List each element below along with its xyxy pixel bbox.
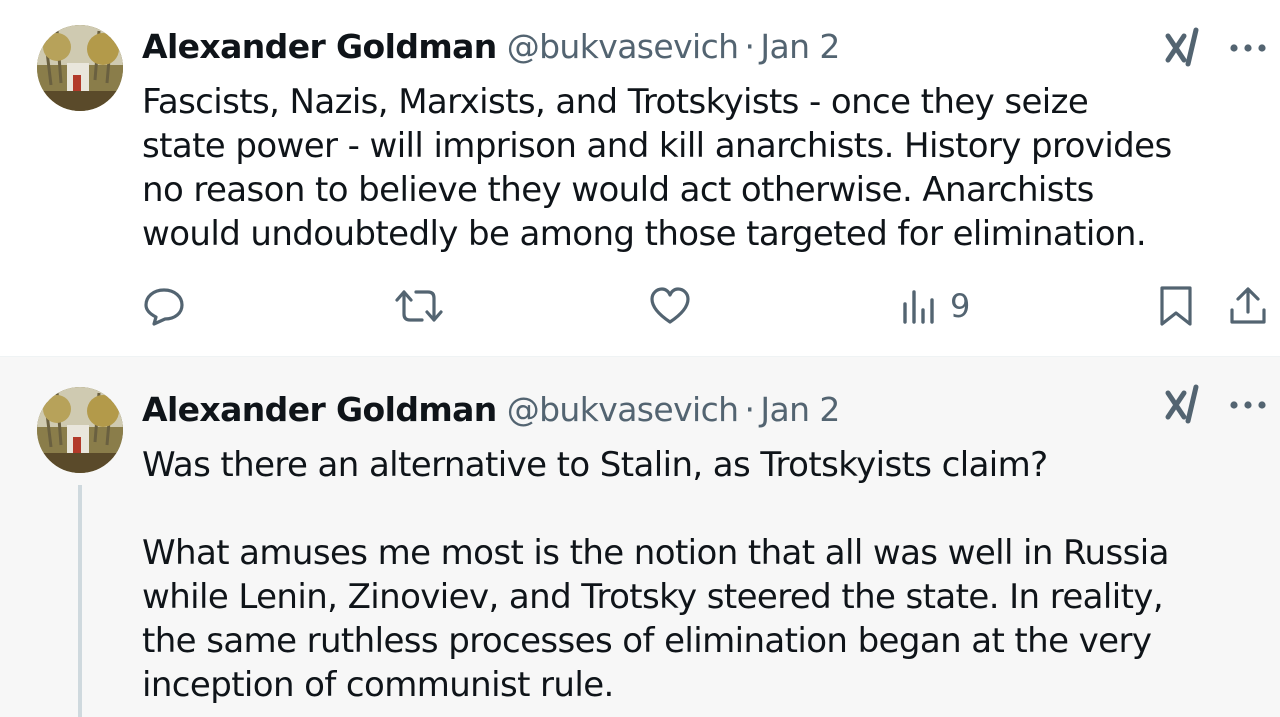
share-button[interactable] [1226, 282, 1270, 330]
views-icon [903, 290, 934, 324]
avatar-image [37, 25, 123, 111]
header-separator: · [744, 389, 755, 429]
grok-icon[interactable] [1162, 26, 1204, 68]
more-icon[interactable] [1226, 385, 1270, 425]
thread-line [78, 485, 82, 717]
avatar[interactable] [37, 387, 123, 473]
views-button[interactable]: 9 [900, 282, 970, 330]
reply-button[interactable] [142, 282, 186, 330]
tweet-actions: 9 [0, 282, 1280, 330]
avatar-image [37, 387, 123, 473]
more-icon[interactable] [1226, 28, 1270, 68]
tweet-date[interactable]: Jan 2 [760, 27, 840, 66]
share-icon [1230, 287, 1266, 324]
tweet-header: Alexander Goldman @bukvasevich · Jan 2 [142, 24, 840, 68]
retweet-button[interactable] [394, 282, 444, 330]
tweet-header: Alexander Goldman @bukvasevich · Jan 2 [142, 387, 840, 431]
like-button[interactable] [648, 282, 692, 330]
tweet-2[interactable]: Alexander Goldman @bukvasevich · Jan 2 W… [0, 356, 1280, 717]
bookmark-icon [1160, 286, 1192, 326]
retweet-icon [395, 290, 443, 322]
author-name[interactable]: Alexander Goldman [142, 27, 497, 66]
tweet-date[interactable]: Jan 2 [760, 390, 840, 429]
tweet-text: Was there an alternative to Stalin, as T… [142, 445, 1169, 705]
grok-icon[interactable] [1162, 383, 1204, 425]
bookmark-button[interactable] [1154, 282, 1198, 330]
tweet-1[interactable]: Alexander Goldman @bukvasevich · Jan 2 F… [0, 0, 1280, 356]
like-icon [650, 287, 690, 324]
reply-icon [144, 288, 184, 326]
author-handle[interactable]: @bukvasevich [507, 27, 739, 66]
author-handle[interactable]: @bukvasevich [507, 390, 739, 429]
avatar[interactable] [37, 25, 123, 111]
tweet-text: Fascists, Nazis, Marxists, and Trotskyis… [142, 82, 1172, 254]
views-count: 9 [950, 287, 970, 325]
header-separator: · [744, 26, 755, 66]
author-name[interactable]: Alexander Goldman [142, 390, 497, 429]
